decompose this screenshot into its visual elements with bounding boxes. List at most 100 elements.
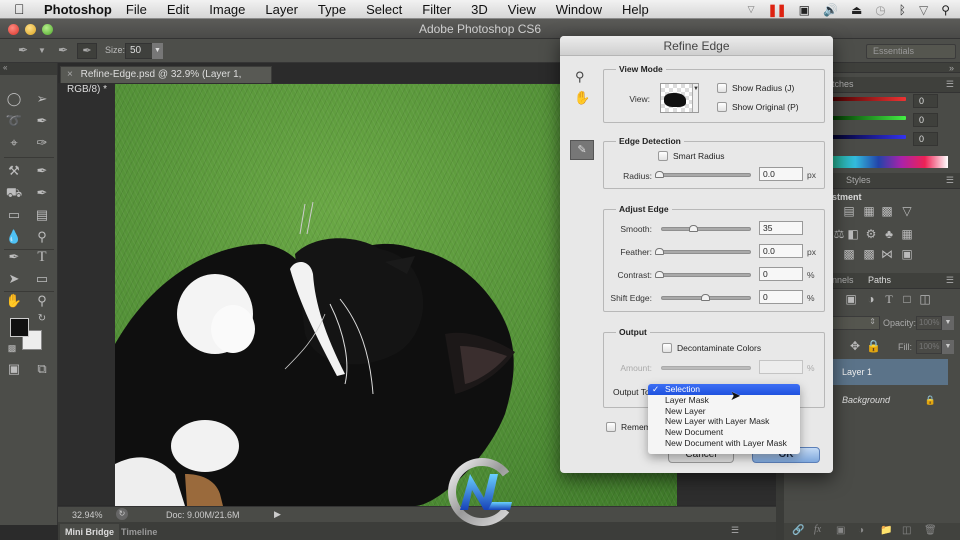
layer-style-icon[interactable]: fx: [814, 524, 821, 535]
tab-channels[interactable]: nnels: [832, 275, 854, 285]
tab-paths[interactable]: Paths: [868, 275, 891, 285]
menu-view[interactable]: View: [508, 2, 536, 17]
radius-input[interactable]: 0.0: [759, 167, 803, 181]
tools-collapse-icon[interactable]: «: [0, 63, 57, 75]
smart-radius-checkbox[interactable]: [658, 151, 668, 161]
red-slider[interactable]: [832, 97, 906, 101]
record-pause-icon[interactable]: ❚❚: [768, 3, 787, 17]
menu-select[interactable]: Select: [366, 2, 402, 17]
tab-swatches[interactable]: tches: [832, 79, 854, 89]
option-layer-mask[interactable]: Layer Mask: [648, 395, 800, 406]
channel-mixer-icon[interactable]: ♣: [882, 227, 896, 241]
invert-icon[interactable]: ▩: [842, 247, 856, 261]
opacity-dropdown-icon[interactable]: ▼: [942, 316, 954, 330]
menu-type[interactable]: Type: [318, 2, 346, 17]
hand-tool-icon[interactable]: ✋: [574, 90, 590, 106]
gradient-tool-icon[interactable]: ▤: [32, 205, 52, 225]
marquee-tool-icon[interactable]: ◯: [4, 89, 24, 109]
vibrance-icon[interactable]: ⚖: [832, 227, 846, 241]
lock-position-icon[interactable]: ✥: [848, 339, 862, 353]
shift-edge-input[interactable]: 0: [759, 290, 803, 304]
show-original-checkbox[interactable]: [717, 102, 727, 112]
blue-value[interactable]: 0: [913, 132, 938, 146]
spotlight-search-icon[interactable]: ⚲: [941, 3, 950, 17]
menu-app-name[interactable]: Photoshop: [44, 2, 112, 17]
hand-tool-icon[interactable]: ✋: [4, 291, 24, 311]
refine-radius-tool-icon[interactable]: ✎: [570, 140, 594, 160]
menu-edit[interactable]: Edit: [167, 2, 189, 17]
option-new-document-with-mask[interactable]: New Document with Layer Mask: [648, 438, 800, 449]
option-new-document[interactable]: New Document: [648, 427, 800, 438]
selective-color-icon[interactable]: ▣: [900, 247, 914, 261]
zoom-tool-icon[interactable]: ⚲: [32, 291, 52, 311]
feather-input[interactable]: 0.0: [759, 244, 803, 258]
blue-slider[interactable]: [832, 135, 906, 139]
black-white-icon[interactable]: ◧: [846, 227, 860, 241]
panel-menu-icon[interactable]: ☰: [731, 525, 739, 536]
new-layer-icon[interactable]: ◫: [902, 525, 911, 536]
shift-edge-slider[interactable]: [661, 294, 751, 301]
path-selection-tool-icon[interactable]: ➤: [4, 269, 24, 289]
menu-file[interactable]: File: [126, 2, 147, 17]
feather-slider-thumb[interactable]: [655, 248, 664, 255]
tab-timeline[interactable]: Timeline: [116, 524, 162, 540]
rectangle-tool-icon[interactable]: ▭: [32, 269, 52, 289]
size-dropdown-button[interactable]: ▼: [152, 43, 163, 59]
quick-selection-tool-icon[interactable]: ✒: [32, 111, 52, 131]
filter-type-icon[interactable]: T: [882, 292, 896, 307]
threshold-icon[interactable]: ⋈: [880, 247, 894, 261]
option-selection[interactable]: ✓ Selection: [648, 384, 800, 395]
remember-settings-checkbox[interactable]: [606, 422, 616, 432]
tool-preset-icon[interactable]: ✒: [18, 43, 28, 59]
document-tab[interactable]: × Refine-Edge.psd @ 32.9% (Layer 1, RGB/…: [60, 66, 272, 95]
view-mode-picker[interactable]: ▼: [660, 83, 699, 113]
brush-add-icon[interactable]: ✒: [58, 43, 68, 59]
blend-mode-select[interactable]: ⇕: [830, 316, 880, 330]
red-value[interactable]: 0: [913, 94, 938, 108]
feather-slider[interactable]: [655, 248, 751, 255]
crop-tool-icon[interactable]: ⌖: [4, 133, 24, 153]
link-layers-icon[interactable]: 🔗: [792, 525, 804, 536]
menu-filter[interactable]: Filter: [422, 2, 451, 17]
move-tool-icon[interactable]: ➢: [32, 89, 52, 109]
type-tool-icon[interactable]: T: [32, 247, 52, 267]
tool-preset-dropdown[interactable]: ▼: [38, 46, 46, 62]
tab-styles[interactable]: Styles: [846, 175, 871, 185]
exposure-icon[interactable]: ▩: [880, 204, 894, 218]
filter-pixel-icon[interactable]: ▣: [844, 292, 858, 306]
fill-field[interactable]: 100%: [916, 340, 942, 354]
adjustment-layer-icon[interactable]: ◑: [858, 525, 864, 536]
contrast-slider-thumb[interactable]: [655, 271, 664, 278]
time-machine-icon[interactable]: ◷: [875, 3, 885, 17]
contrast-input[interactable]: 0: [759, 267, 803, 281]
screen-mode-icon[interactable]: ⧉: [32, 359, 52, 379]
menu-window[interactable]: Window: [556, 2, 602, 17]
tab-mini-bridge[interactable]: Mini Bridge: [60, 524, 119, 540]
menu-help[interactable]: Help: [622, 2, 649, 17]
green-slider[interactable]: [832, 116, 906, 120]
clone-stamp-tool-icon[interactable]: ⛟: [4, 183, 24, 203]
radius-slider[interactable]: [655, 171, 751, 178]
swap-colors-icon[interactable]: ↻: [32, 309, 52, 329]
eyedropper-tool-icon[interactable]: ✑: [32, 133, 52, 153]
posterize-icon[interactable]: ▩: [862, 247, 876, 261]
dropdown-icon[interactable]: ▽: [748, 4, 755, 15]
bluetooth-icon[interactable]: ᛒ: [899, 3, 906, 17]
foreground-color-swatch[interactable]: [10, 318, 29, 337]
history-brush-tool-icon[interactable]: ✒: [32, 183, 52, 203]
apple-menu-icon[interactable]: : [14, 1, 34, 17]
levels-icon[interactable]: ▤: [842, 204, 856, 218]
zoom-tool-icon[interactable]: ⚲: [575, 69, 585, 85]
radius-slider-thumb[interactable]: [655, 171, 664, 178]
output-to-dropdown[interactable]: ✓ Selection Layer Mask New Layer New Laye…: [648, 384, 800, 454]
color-lookup-icon[interactable]: ▦: [900, 227, 914, 241]
option-new-layer[interactable]: New Layer: [648, 406, 800, 417]
close-tab-icon[interactable]: ×: [67, 69, 73, 80]
status-info-icon[interactable]: ↻: [116, 508, 128, 520]
menu-image[interactable]: Image: [209, 2, 245, 17]
workspace-switcher[interactable]: Essentials: [866, 44, 956, 59]
layer-row-layer-1[interactable]: Layer 1: [830, 359, 948, 385]
brush-erase-icon[interactable]: ✒: [77, 43, 97, 59]
menu-3d[interactable]: 3D: [471, 2, 488, 17]
show-radius-checkbox[interactable]: [717, 83, 727, 93]
